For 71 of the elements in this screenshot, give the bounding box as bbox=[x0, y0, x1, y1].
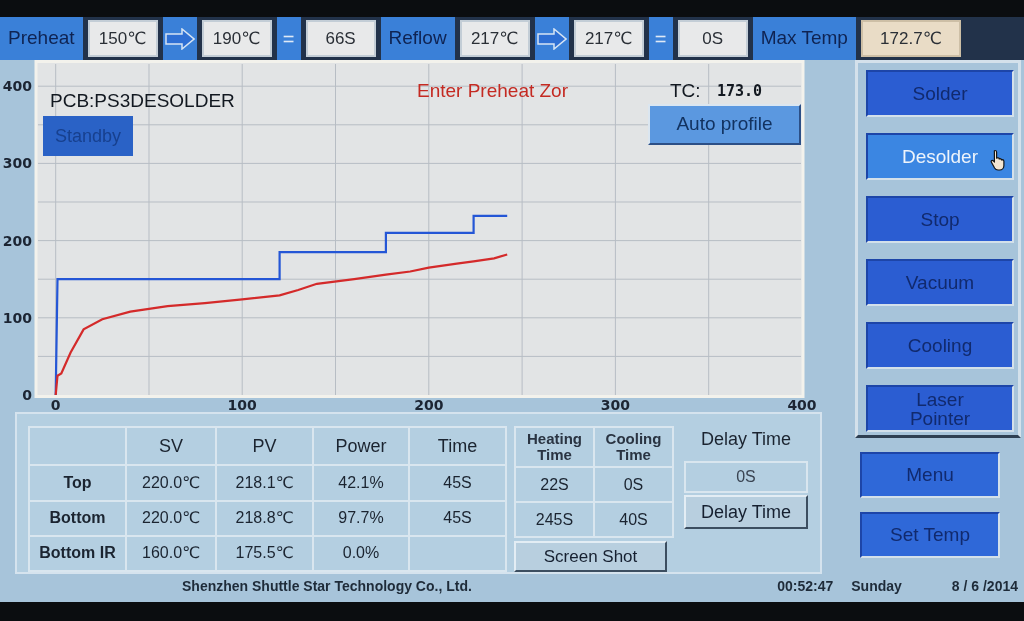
table-cell: 0S bbox=[594, 467, 673, 502]
value-field: 190℃ bbox=[201, 20, 272, 57]
value-field: 0S bbox=[677, 20, 748, 57]
axis-label: 100 bbox=[2, 309, 32, 326]
table-cell: 218.1℃ bbox=[216, 465, 313, 501]
tc-label: TC: bbox=[670, 79, 701, 103]
mode-button[interactable]: Vacuum bbox=[866, 259, 1014, 306]
table-cell: 245S bbox=[515, 502, 594, 537]
axis-label: 100 bbox=[227, 397, 257, 412]
zone-label: Reflow bbox=[380, 17, 455, 60]
equals-sign: = bbox=[648, 17, 673, 60]
column-header: SV bbox=[126, 427, 216, 466]
axis-label: 400 bbox=[2, 78, 32, 95]
column-header: Time bbox=[409, 427, 506, 466]
mode-button[interactable]: Desolder bbox=[866, 133, 1014, 180]
date-label: 8 / 6 /2014 bbox=[951, 576, 1018, 596]
menu-button[interactable]: Menu bbox=[860, 452, 1000, 498]
mode-button[interactable]: Laser Pointer bbox=[866, 385, 1014, 432]
auto-profile-button[interactable]: Auto profile bbox=[648, 104, 801, 145]
delay-time-label: Delay Time bbox=[700, 428, 792, 451]
axis-label: 0 bbox=[22, 387, 32, 403]
table-cell: 175.5℃ bbox=[216, 535, 313, 571]
clock-time: 00:52:47 bbox=[777, 576, 834, 596]
table-cell: 218.8℃ bbox=[216, 500, 313, 536]
column-header: Cooling Time bbox=[594, 427, 673, 467]
table-cell: 22S bbox=[515, 467, 594, 502]
table-cell: 220.0℃ bbox=[126, 500, 216, 536]
tc-value: 173.0 bbox=[717, 81, 763, 102]
table-cell: 45S bbox=[409, 465, 506, 501]
value-field: 150℃ bbox=[87, 20, 158, 57]
row-header: Bottom IR bbox=[29, 535, 126, 571]
axis-label: 400 bbox=[787, 397, 817, 412]
axis-label: 0 bbox=[50, 397, 61, 412]
delay-time-field: 0S bbox=[684, 461, 808, 493]
column-header: PV bbox=[216, 427, 313, 466]
equals-sign: = bbox=[276, 17, 301, 60]
max-temp-field: 172.7℃ bbox=[860, 20, 961, 57]
right-arrow-icon bbox=[164, 27, 195, 50]
value-field: 217℃ bbox=[459, 20, 530, 57]
column-header: Heating Time bbox=[515, 427, 594, 467]
zone-label: Max Temp bbox=[752, 17, 856, 60]
status-message: Enter Preheat Zor bbox=[417, 79, 569, 103]
table-cell: 0.0% bbox=[313, 535, 409, 571]
screen-shot-button[interactable]: Screen Shot bbox=[514, 541, 667, 572]
table-cell: 220.0℃ bbox=[126, 465, 216, 501]
mode-button[interactable]: Cooling bbox=[866, 322, 1014, 369]
table-cell: 97.7% bbox=[313, 500, 409, 536]
axis-label: 300 bbox=[600, 397, 630, 412]
row-header: Top bbox=[29, 465, 126, 501]
delay-time-button[interactable]: Delay Time bbox=[684, 495, 808, 529]
right-arrow-icon bbox=[536, 27, 567, 50]
row-header: Bottom bbox=[29, 500, 126, 536]
axis-label: 200 bbox=[414, 397, 444, 412]
value-field: 66S bbox=[305, 20, 376, 57]
column-header: Power bbox=[313, 427, 409, 466]
pcb-name-label: PCB:PS3DESOLDER bbox=[50, 89, 235, 113]
table-cell: 42.1% bbox=[313, 465, 409, 501]
table-cell: 160.0℃ bbox=[126, 535, 216, 571]
standby-button[interactable]: Standby bbox=[43, 116, 133, 156]
mode-button[interactable]: Solder bbox=[866, 70, 1014, 117]
table-cell: 45S bbox=[409, 500, 506, 536]
zone-label: Preheat bbox=[0, 17, 83, 60]
weekday-label: Sunday bbox=[851, 576, 902, 596]
menu-button[interactable]: Set Temp bbox=[860, 512, 1000, 558]
value-field: 217℃ bbox=[573, 20, 644, 57]
mode-button[interactable]: Stop bbox=[866, 196, 1014, 243]
company-name: Shenzhen Shuttle Star Technology Co., Ltd. bbox=[182, 576, 472, 596]
axis-label: 200 bbox=[2, 232, 32, 249]
axis-label: 300 bbox=[2, 155, 32, 172]
hand-pointer-icon bbox=[990, 149, 1006, 171]
table-cell: 40S bbox=[594, 502, 673, 537]
